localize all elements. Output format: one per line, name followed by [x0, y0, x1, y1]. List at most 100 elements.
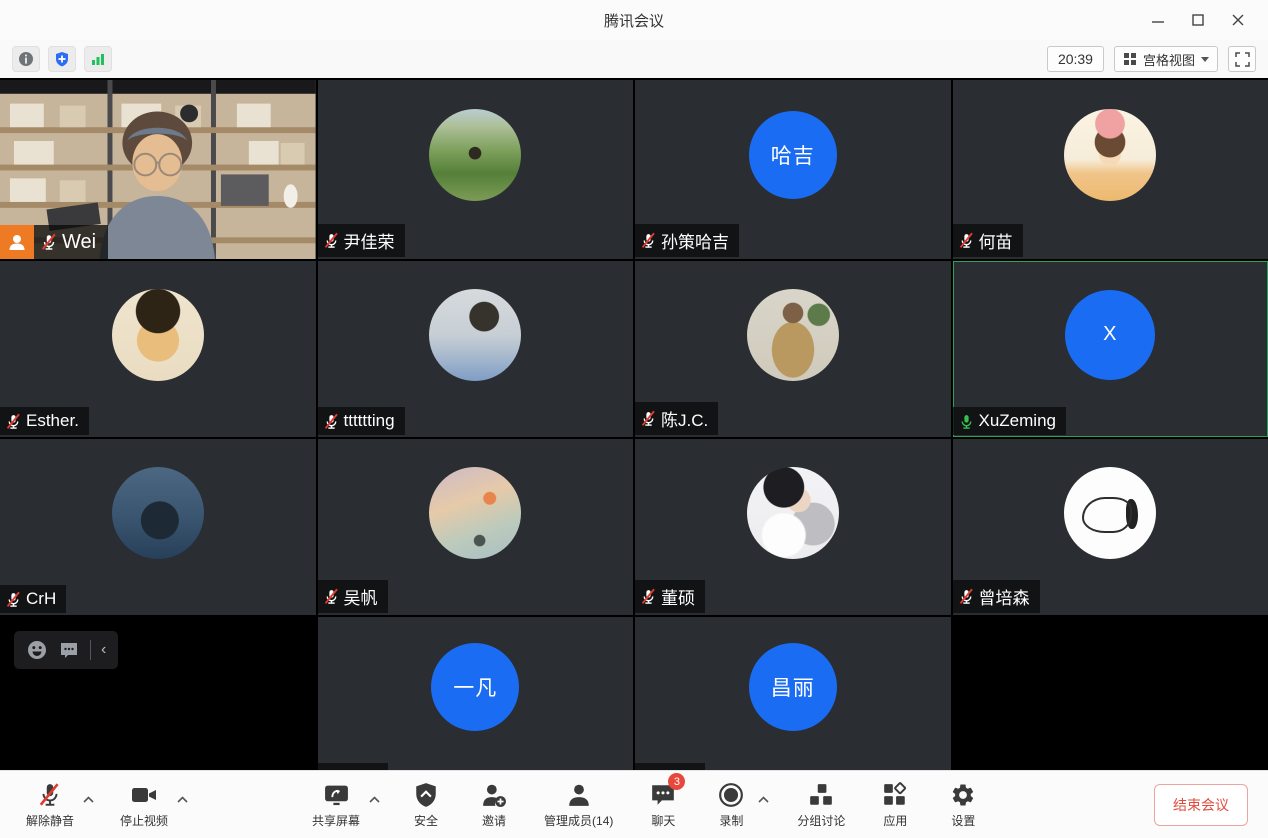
chat-button[interactable]: 3 聊天 — [645, 780, 681, 829]
participant-avatar: 昌丽 — [749, 643, 837, 731]
stop-video-button[interactable]: 停止视频 — [120, 780, 168, 829]
emoji-icon[interactable] — [26, 639, 48, 661]
end-meeting-button[interactable]: 结束会议 — [1154, 784, 1248, 826]
meeting-info-icon[interactable] — [12, 46, 40, 72]
toolbar-right-group: 结束会议 — [1154, 784, 1248, 826]
participant-name: 吴帆 — [344, 584, 378, 609]
participant-name: 昌丽 — [661, 767, 695, 770]
participant-tile[interactable]: 一凡 一凡 — [318, 617, 634, 770]
participant-name: 陈J.C. — [661, 406, 708, 431]
participant-tile[interactable]: 哈吉 孙策哈吉 — [635, 80, 951, 259]
participant-avatar — [1064, 109, 1156, 201]
security-shield-icon[interactable] — [48, 46, 76, 72]
participant-name-tag: 曾培森 — [953, 580, 1040, 613]
window-title: 腾讯会议 — [604, 10, 664, 31]
window-controls — [1138, 0, 1258, 40]
unmute-button[interactable]: 解除静音 — [26, 780, 74, 829]
mic-muted-icon — [5, 591, 22, 608]
participant-name-tag: Wei — [0, 225, 108, 259]
participant-tile-active-speaker[interactable]: X XuZeming — [953, 261, 1268, 437]
grid-view-icon — [1123, 52, 1137, 66]
mic-muted-icon — [323, 232, 340, 249]
participant-tile[interactable]: CrH — [0, 439, 316, 615]
participant-tile[interactable]: Esther. — [0, 261, 316, 437]
participant-name: Wei — [62, 231, 96, 254]
reaction-quickbar: ‹ — [14, 631, 118, 669]
mic-on-icon — [958, 413, 975, 430]
network-signal-icon[interactable] — [84, 46, 112, 72]
participant-avatar — [429, 109, 521, 201]
mic-muted-icon — [37, 780, 63, 808]
share-screen-button[interactable]: 共享屏幕 — [312, 780, 360, 829]
meeting-timer: 20:39 — [1047, 46, 1104, 72]
chat-bubble-icon[interactable] — [58, 639, 80, 661]
close-button[interactable] — [1218, 0, 1258, 40]
participant-tile[interactable]: tttttting — [318, 261, 634, 437]
fullscreen-button[interactable] — [1228, 46, 1256, 72]
participant-tile-camera-off[interactable] — [953, 617, 1268, 770]
security-button[interactable]: 安全 — [408, 780, 444, 829]
participant-name: 董硕 — [661, 584, 695, 609]
participant-tile[interactable]: 曾培森 — [953, 439, 1268, 615]
participant-tile[interactable]: 何苗 — [953, 80, 1268, 259]
participant-tile-wei[interactable]: Wei — [0, 80, 316, 259]
breakout-rooms-button[interactable]: 分组讨论 — [797, 780, 845, 829]
participant-name-tag: tttttting — [318, 407, 405, 435]
participant-name-tag: 何苗 — [953, 224, 1023, 257]
invite-person-icon — [481, 780, 507, 808]
layout-view-dropdown[interactable]: 宫格视图 — [1114, 46, 1218, 72]
participant-name: CrH — [26, 589, 56, 609]
mic-muted-icon — [640, 588, 657, 605]
status-left-icons — [12, 46, 112, 72]
participant-name: 尹佳荣 — [344, 228, 395, 253]
participant-name-tag: XuZeming — [953, 407, 1066, 435]
participant-avatar — [429, 467, 521, 559]
participant-tile[interactable]: 昌丽 昌丽 — [635, 617, 951, 770]
participant-name-tag: 一凡 — [318, 763, 388, 770]
settings-button[interactable]: 设置 — [945, 780, 981, 829]
mic-muted-icon — [323, 413, 340, 430]
host-badge-icon — [0, 225, 34, 259]
chat-unread-badge: 3 — [668, 773, 685, 790]
chevron-up-icon[interactable] — [369, 790, 380, 808]
participant-tile[interactable]: 董硕 — [635, 439, 951, 615]
invite-button[interactable]: 邀请 — [476, 780, 512, 829]
participant-name: XuZeming — [979, 411, 1056, 431]
participant-tile[interactable]: 吴帆 — [318, 439, 634, 615]
toolbar-center-group: 共享屏幕 安全 邀请 管理成员(14) — [312, 780, 981, 829]
divider — [90, 640, 91, 660]
chevron-up-icon[interactable] — [177, 790, 188, 808]
participant-tile-camera-off[interactable]: ‹ — [0, 617, 316, 770]
camera-icon — [130, 780, 158, 808]
record-button[interactable]: 录制 — [713, 780, 749, 829]
participant-tile[interactable]: 陈J.C. — [635, 261, 951, 437]
participant-name-tag: 尹佳荣 — [318, 224, 405, 257]
participant-tile[interactable]: 尹佳荣 — [318, 80, 634, 259]
participant-name: 何苗 — [979, 228, 1013, 253]
chevron-up-icon[interactable] — [83, 790, 94, 808]
maximize-button[interactable] — [1178, 0, 1218, 40]
mic-muted-icon — [323, 588, 340, 605]
apps-button[interactable]: 应用 — [877, 780, 913, 829]
chevron-up-icon[interactable] — [758, 790, 769, 808]
participant-name-tag: 孙策哈吉 — [635, 224, 739, 257]
mic-muted-icon — [640, 410, 657, 427]
tencent-meeting-window: 腾讯会议 20:39 — [0, 0, 1268, 838]
security-shield-icon — [414, 780, 438, 808]
record-circle-icon — [718, 780, 744, 808]
status-right: 20:39 宫格视图 — [1047, 46, 1256, 72]
participant-name: Esther. — [26, 411, 79, 431]
participant-name-tag: 董硕 — [635, 580, 705, 613]
minimize-button[interactable] — [1138, 0, 1178, 40]
participant-name: 孙策哈吉 — [661, 228, 729, 253]
participant-name-tag: 吴帆 — [318, 580, 388, 613]
participant-avatar: 哈吉 — [749, 111, 837, 199]
participant-name-tag: Esther. — [0, 407, 89, 435]
collapse-chevron-icon[interactable]: ‹ — [101, 642, 106, 658]
participant-avatar — [429, 289, 521, 381]
toolbar-left-group: 解除静音 停止视频 — [26, 780, 184, 829]
mic-muted-icon — [958, 232, 975, 249]
share-screen-icon — [323, 780, 350, 808]
participant-avatar: X — [1065, 290, 1155, 380]
manage-members-button[interactable]: 管理成员(14) — [544, 780, 613, 829]
